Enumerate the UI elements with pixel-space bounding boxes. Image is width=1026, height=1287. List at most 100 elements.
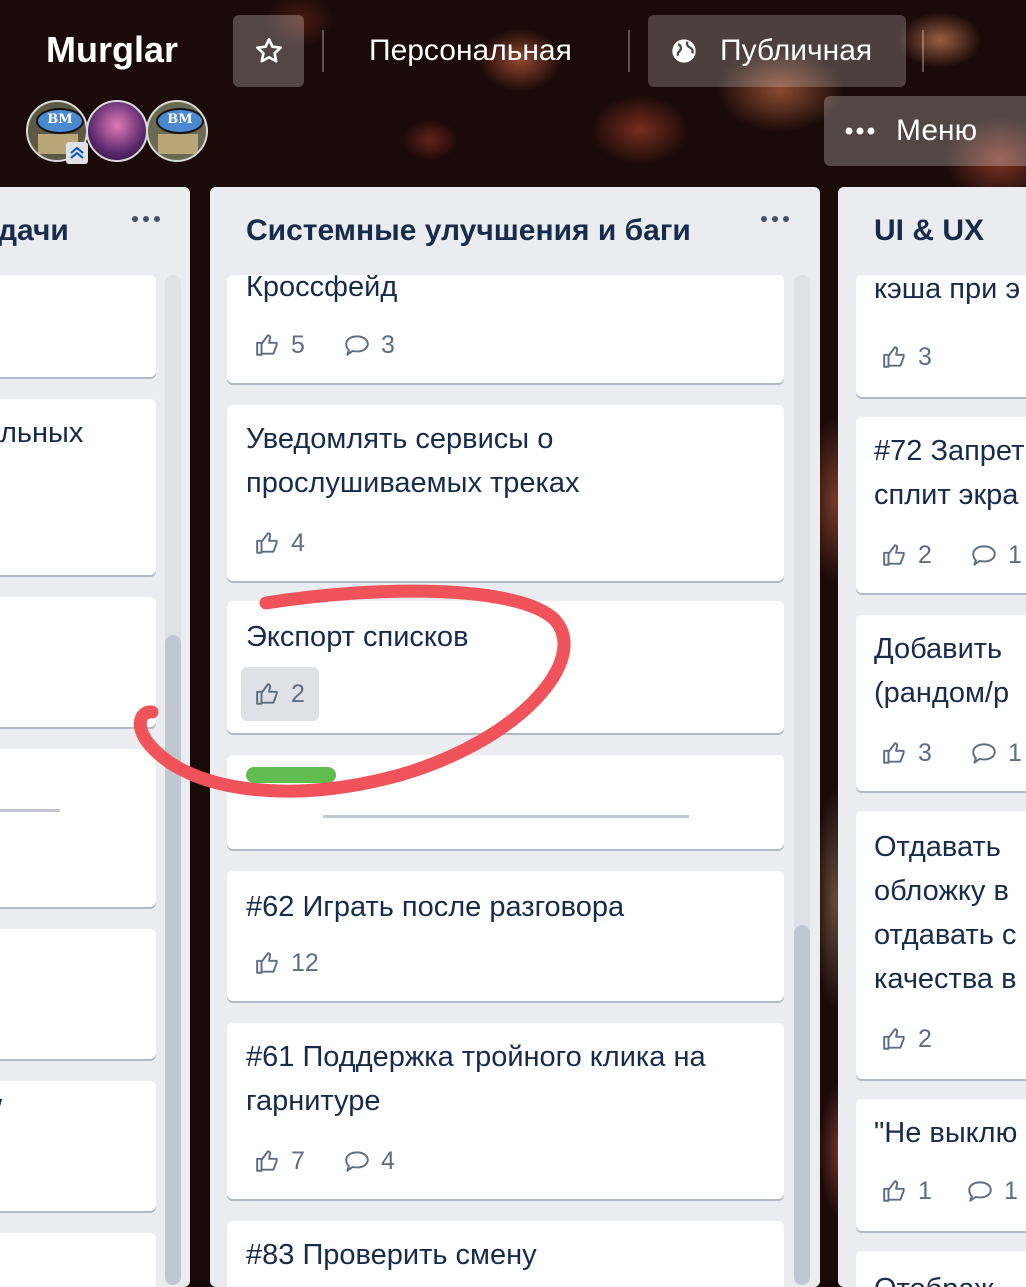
board-title[interactable]: Murglar bbox=[46, 26, 178, 74]
card-title: #61 Поддержка тройного клика на гарнитур… bbox=[246, 1041, 706, 1117]
likes-count: 3 bbox=[918, 738, 932, 767]
admin-chevron-icon bbox=[66, 142, 88, 164]
board-header: Murglar Персональная Публичная BM BM Мен… bbox=[0, 0, 1026, 185]
likes-badge[interactable]: 2 bbox=[882, 1019, 932, 1059]
list-tasks: льных / bbox=[0, 187, 190, 1287]
comments-count: 1 bbox=[1004, 1176, 1018, 1205]
card-title: Добавить (рандом/р bbox=[874, 633, 1010, 709]
header-divider bbox=[322, 30, 324, 72]
comments-count: 1 bbox=[1008, 540, 1022, 569]
card-title: Кроссфейд bbox=[246, 275, 398, 303]
list-menu-button[interactable] bbox=[132, 216, 160, 222]
comments-badge: 1 bbox=[970, 535, 1022, 575]
card-title: "Не выклю bbox=[874, 1117, 1018, 1149]
likes-badge[interactable]: 3 bbox=[882, 337, 932, 377]
avatar-initials: BM bbox=[156, 108, 204, 134]
avatar[interactable]: BM bbox=[146, 100, 208, 162]
card[interactable]: Уведомлять сервисы о прослушиваемых трек… bbox=[227, 405, 784, 581]
comment-icon bbox=[972, 545, 996, 566]
list-menu-button[interactable] bbox=[761, 216, 789, 222]
likes-count: 7 bbox=[291, 1146, 305, 1175]
header-divider bbox=[628, 30, 630, 72]
board-menu-label: Меню bbox=[896, 114, 978, 147]
thumbs-up-icon bbox=[256, 334, 278, 356]
card[interactable]: #72 Запрет сплит экра 2 1 bbox=[856, 417, 1026, 593]
card[interactable] bbox=[0, 1233, 156, 1287]
list-title[interactable]: Системные улучшения и баги bbox=[246, 210, 691, 252]
card[interactable]: #62 Играть после разговора 12 bbox=[227, 871, 784, 1001]
comments-count: 3 bbox=[381, 330, 395, 359]
thumbs-up-icon bbox=[883, 1028, 905, 1050]
thumbs-up-icon bbox=[256, 532, 278, 554]
card-title: Уведомлять сервисы о прослушиваемых трек… bbox=[246, 423, 580, 499]
list-title[interactable]: дачи bbox=[0, 210, 69, 252]
likes-badge[interactable]: 1 bbox=[882, 1171, 932, 1211]
card[interactable]: Отображ bbox=[856, 1251, 1026, 1287]
card-label-green[interactable] bbox=[246, 767, 336, 783]
card[interactable] bbox=[0, 749, 156, 907]
likes-badge[interactable]: 3 bbox=[882, 733, 932, 773]
thumbs-up-icon bbox=[883, 1180, 905, 1202]
likes-badge[interactable]: 7 bbox=[255, 1141, 305, 1181]
card[interactable]: кэша при э 3 bbox=[856, 275, 1026, 397]
likes-count: 2 bbox=[918, 1024, 932, 1053]
card[interactable]: Добавить (рандом/р 3 1 bbox=[856, 615, 1026, 791]
card[interactable]: #61 Поддержка тройного клика на гарнитур… bbox=[227, 1023, 784, 1199]
card[interactable]: льных bbox=[0, 399, 156, 575]
likes-count: 3 bbox=[918, 342, 932, 371]
likes-badge[interactable]: 2 bbox=[882, 535, 932, 575]
comment-icon bbox=[345, 335, 369, 356]
comments-badge: 1 bbox=[966, 1171, 1018, 1211]
comments-badge: 1 bbox=[970, 733, 1022, 773]
list-scrollbar[interactable] bbox=[794, 275, 810, 1285]
star-board-button[interactable] bbox=[233, 15, 304, 87]
board-visibility-button[interactable]: Публичная bbox=[648, 15, 906, 87]
likes-count: 2 bbox=[918, 540, 932, 569]
thumbs-up-icon bbox=[256, 1150, 278, 1172]
likes-count: 1 bbox=[918, 1176, 932, 1205]
likes-count: 5 bbox=[291, 330, 305, 359]
card[interactable]: Экспорт списков 2 bbox=[227, 601, 784, 733]
card[interactable]: / bbox=[0, 1081, 156, 1211]
comments-count: 1 bbox=[1008, 738, 1022, 767]
list-system-improvements: Кроссфейд 5 3 Уведомлять сервисы о просл… bbox=[210, 187, 820, 1287]
team-visibility-button[interactable]: Персональная bbox=[369, 31, 572, 71]
card-title: Отображ bbox=[874, 1267, 994, 1287]
list-scrollbar-thumb[interactable] bbox=[165, 635, 181, 1285]
likes-badge[interactable]: 4 bbox=[255, 523, 305, 563]
list-scrollbar[interactable] bbox=[165, 275, 181, 1285]
likes-count: 4 bbox=[291, 528, 305, 557]
list-scrollbar-thumb[interactable] bbox=[794, 925, 810, 1285]
header-divider bbox=[922, 30, 924, 72]
card[interactable] bbox=[227, 755, 784, 849]
list-title[interactable]: UI & UX bbox=[874, 210, 984, 252]
likes-count: 2 bbox=[291, 679, 305, 708]
likes-badge[interactable]: 2 bbox=[241, 667, 319, 721]
likes-badge[interactable]: 5 bbox=[255, 325, 305, 365]
comments-badge: 4 bbox=[343, 1141, 395, 1181]
card[interactable]: "Не выклю 1 1 bbox=[856, 1099, 1026, 1231]
likes-badge[interactable]: 12 bbox=[255, 943, 319, 983]
card-title: #83 Проверить смену bbox=[246, 1239, 537, 1271]
board-menu-button[interactable]: Меню bbox=[824, 96, 1026, 166]
card[interactable]: Отдавать обложку в отдавать с качества в… bbox=[856, 811, 1026, 1079]
avatar[interactable] bbox=[86, 100, 148, 162]
thumbs-up-icon bbox=[883, 742, 905, 764]
card-title: Отдавать обложку в отдавать с качества в bbox=[874, 831, 1017, 995]
card[interactable] bbox=[0, 275, 156, 377]
board-visibility-label: Публичная bbox=[720, 34, 873, 67]
card-title: льных bbox=[0, 417, 84, 449]
card[interactable]: #83 Проверить смену bbox=[227, 1221, 784, 1287]
avatar-initials: BM bbox=[36, 108, 84, 134]
card[interactable] bbox=[0, 597, 156, 727]
comment-icon bbox=[968, 1181, 992, 1202]
likes-count: 12 bbox=[291, 948, 319, 977]
star-icon bbox=[255, 37, 282, 63]
thumbs-up-icon bbox=[256, 683, 278, 705]
thumbs-up-icon bbox=[883, 544, 905, 566]
card[interactable] bbox=[0, 929, 156, 1059]
globe-icon bbox=[672, 39, 696, 63]
card[interactable]: Кроссфейд 5 3 bbox=[227, 275, 784, 383]
card-title: кэша при э bbox=[874, 275, 1021, 305]
card-placeholder-line bbox=[323, 815, 689, 818]
